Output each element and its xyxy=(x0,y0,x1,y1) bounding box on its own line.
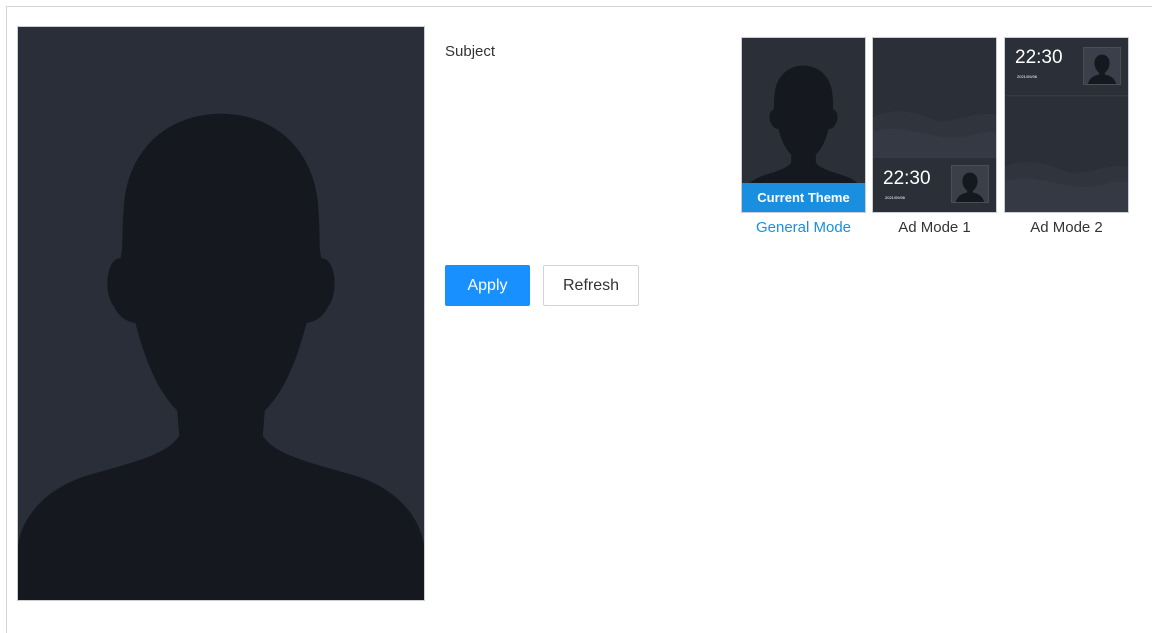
theme-general-mode[interactable]: Current Theme xyxy=(741,37,866,213)
subject-label: Subject xyxy=(445,43,496,60)
clock-date: 2021/09/06 xyxy=(1017,74,1038,79)
avatar xyxy=(951,165,989,203)
theme-ad-mode-2[interactable]: 22:30 2021/09/06 xyxy=(1004,37,1129,213)
person-silhouette-icon xyxy=(955,172,985,202)
person-silhouette-icon xyxy=(1087,54,1117,84)
subject-preview xyxy=(17,26,425,601)
clock-time: 22:30 xyxy=(1015,47,1063,68)
avatar xyxy=(1083,47,1121,85)
apply-button[interactable]: Apply xyxy=(445,265,530,306)
theme-caption-general-mode[interactable]: General Mode xyxy=(741,219,866,236)
theme-ad-mode-1[interactable]: 22:30 2021/09/06 xyxy=(872,37,997,213)
refresh-button[interactable]: Refresh xyxy=(543,265,639,306)
current-theme-badge: Current Theme xyxy=(742,183,865,212)
clock-date: 2021/09/06 xyxy=(885,195,906,200)
person-silhouette-icon xyxy=(18,27,424,600)
clock-time: 22:30 xyxy=(883,168,931,189)
theme-caption-ad-mode-2[interactable]: Ad Mode 2 xyxy=(1004,219,1129,236)
theme-caption-ad-mode-1[interactable]: Ad Mode 1 xyxy=(872,219,997,236)
